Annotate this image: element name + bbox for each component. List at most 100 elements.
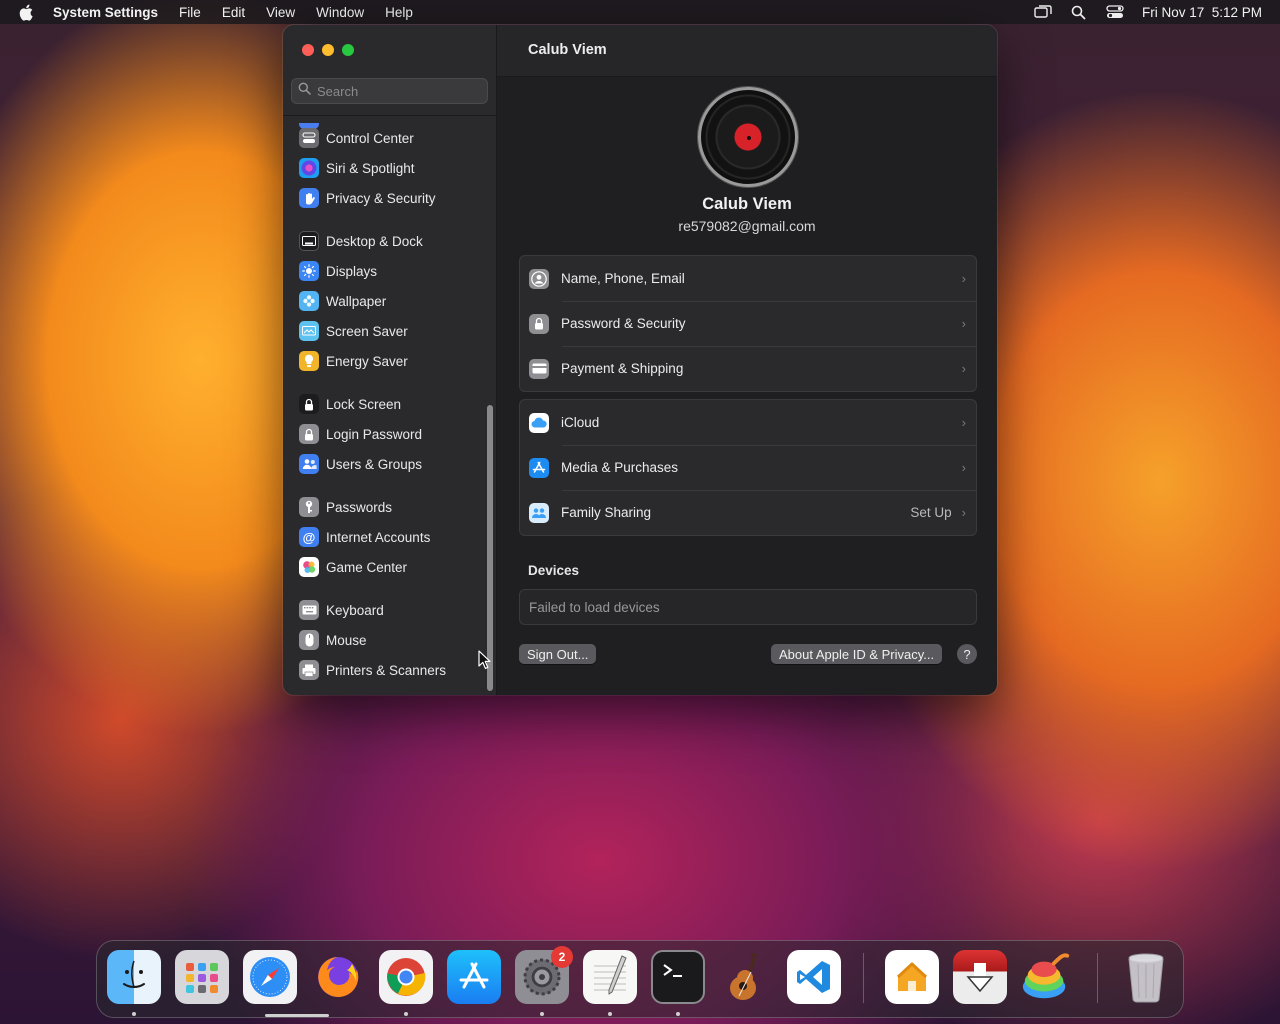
spotlight-search-icon[interactable] (1070, 4, 1088, 20)
mouse-cursor-icon (478, 650, 492, 670)
minimize-window-button[interactable] (322, 44, 334, 56)
chevron-right-icon: › (961, 271, 966, 286)
row-payment-shipping[interactable]: Payment & Shipping › (520, 346, 976, 391)
menu-view[interactable]: View (266, 5, 295, 20)
siri-icon (299, 158, 319, 178)
control-center-icon (299, 128, 319, 148)
hand-icon (299, 188, 319, 208)
chrome-icon[interactable] (379, 950, 433, 1004)
menu-help[interactable]: Help (385, 5, 413, 20)
row-label: Name, Phone, Email (561, 271, 685, 286)
vscode-icon[interactable] (787, 950, 841, 1004)
sidebar-item-label: Control Center (326, 130, 414, 146)
sidebar-list[interactable]: Control Center Siri & Spotlight Privacy … (283, 123, 496, 695)
sidebar-item-users-groups[interactable]: Users & Groups (299, 451, 484, 477)
sidebar-item-label: Privacy & Security (326, 190, 436, 206)
user-name: Calub Viem (702, 195, 792, 213)
family-sharing-status: Set Up (910, 505, 952, 520)
sidebar-item-lock-screen[interactable]: Lock Screen (299, 391, 484, 417)
notification-badge: 2 (551, 946, 573, 968)
sidebar-item-control-center[interactable]: Control Center (299, 125, 484, 151)
sidebar-item-login-password[interactable]: Login Password (299, 421, 484, 447)
account-settings-group: Name, Phone, Email › Password & Security… (519, 255, 977, 392)
sidebar-item-passwords[interactable]: Passwords (299, 494, 484, 520)
app-store-icon (529, 457, 549, 478)
apple-logo-icon[interactable] (17, 3, 35, 21)
sign-out-button[interactable]: Sign Out... (519, 644, 597, 664)
sidebar-item-wallpaper[interactable]: Wallpaper (299, 288, 484, 314)
sidebar-item-label: Keyboard (326, 602, 384, 618)
sidebar-item-label: Screen Saver (326, 323, 408, 339)
help-button[interactable]: ? (957, 644, 977, 664)
system-settings-icon[interactable]: 2 (515, 946, 573, 1004)
menu-app-name[interactable]: System Settings (53, 5, 158, 20)
app-store-icon[interactable] (447, 950, 501, 1004)
menu-bar-clock[interactable]: Fri Nov 17 5:12 PM (1142, 5, 1262, 20)
sidebar-item-game-center[interactable]: Game Center (299, 554, 484, 580)
row-password-security[interactable]: Password & Security › (520, 301, 976, 346)
zoom-window-button[interactable] (342, 44, 354, 56)
bulb-icon (299, 351, 319, 371)
sidebar-item-energy-saver[interactable]: Energy Saver (299, 348, 484, 374)
terminal-icon[interactable] (651, 950, 705, 1004)
system-settings-window: Control Center Siri & Spotlight Privacy … (283, 25, 997, 695)
menu-edit[interactable]: Edit (222, 5, 245, 20)
sidebar-item-label: Printers & Scanners (326, 662, 447, 678)
screen-saver-icon (299, 321, 319, 341)
sidebar-item-label: Game Center (326, 559, 408, 575)
sidebar-item-keyboard[interactable]: Keyboard (299, 597, 484, 623)
screen-mirroring-icon[interactable] (1034, 4, 1052, 20)
menu-window[interactable]: Window (316, 5, 364, 20)
home-icon[interactable] (885, 950, 939, 1004)
chevron-right-icon: › (961, 415, 966, 430)
firefox-icon[interactable] (311, 950, 365, 1004)
sidebar-divider (283, 115, 496, 116)
trash-icon[interactable] (1119, 950, 1173, 1004)
user-email: re579082@gmail.com (678, 218, 816, 234)
sidebar-item-label: Users & Groups (326, 456, 423, 472)
row-label: iCloud (561, 415, 600, 430)
downloader-icon[interactable] (953, 950, 1007, 1004)
chevron-right-icon: › (961, 316, 966, 331)
cloud-icon (529, 412, 549, 433)
sidebar-item-label: Lock Screen (326, 396, 402, 412)
sidebar-item-screen-saver[interactable]: Screen Saver (299, 318, 484, 344)
row-icloud[interactable]: iCloud › (520, 400, 976, 445)
services-group: iCloud › Media & Purchases › Family Shar… (519, 399, 977, 536)
garageband-icon[interactable] (719, 950, 773, 1004)
vinyl-center-dot (747, 136, 751, 140)
row-media-purchases[interactable]: Media & Purchases › (520, 445, 976, 490)
app-cleaner-icon[interactable] (1019, 950, 1073, 1004)
sidebar-item-label: Login Password (326, 426, 423, 442)
textedit-running-indicator (608, 1012, 612, 1016)
avatar[interactable] (698, 87, 798, 187)
control-center-icon[interactable] (1106, 4, 1124, 20)
chevron-right-icon: › (961, 505, 966, 520)
close-window-button[interactable] (302, 44, 314, 56)
safari-icon[interactable] (243, 950, 297, 1004)
system-settings-running-indicator (540, 1012, 544, 1016)
textedit-icon[interactable] (583, 950, 637, 1004)
sidebar-item-internet-accounts[interactable]: @ Internet Accounts (299, 524, 484, 550)
finder-running-indicator (132, 1012, 136, 1016)
sidebar-item-privacy-security[interactable]: Privacy & Security (299, 185, 484, 211)
sidebar-search[interactable] (291, 78, 488, 104)
menu-file[interactable]: File (179, 5, 201, 20)
row-name-phone-email[interactable]: Name, Phone, Email › (520, 256, 976, 301)
sidebar-item-siri-spotlight[interactable]: Siri & Spotlight (299, 155, 484, 181)
sidebar-item-label: Passwords (326, 499, 393, 515)
sidebar-item-mouse[interactable]: Mouse (299, 627, 484, 653)
search-input[interactable] (317, 83, 477, 99)
dock: 2 (96, 940, 1184, 1018)
sidebar-item-printers-scanners[interactable]: Printers & Scanners (299, 657, 484, 683)
sidebar-item-displays[interactable]: Displays (299, 258, 484, 284)
launchpad-icon[interactable] (175, 950, 229, 1004)
finder-icon[interactable] (107, 950, 161, 1004)
row-family-sharing[interactable]: Family Sharing Set Up › (520, 490, 976, 535)
sidebar-scrollbar[interactable] (487, 405, 493, 691)
sidebar-item-label: Energy Saver (326, 353, 408, 369)
sidebar-item-desktop-dock[interactable]: Desktop & Dock (299, 228, 484, 254)
users-icon (299, 454, 319, 474)
about-apple-id-privacy-button[interactable]: About Apple ID & Privacy... (771, 644, 943, 664)
card-icon (529, 358, 549, 379)
